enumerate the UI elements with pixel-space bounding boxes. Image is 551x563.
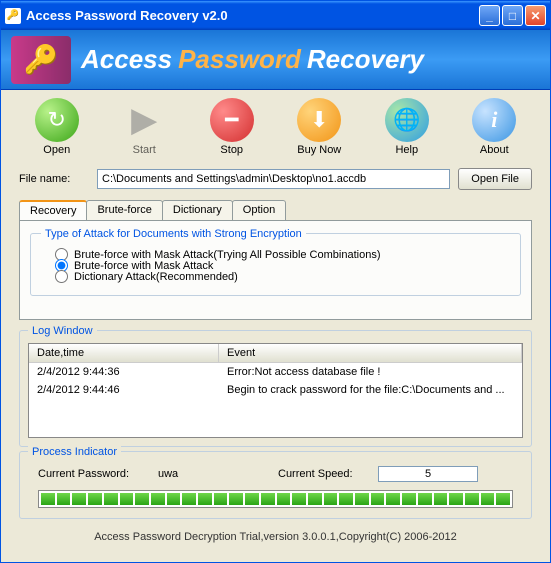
start-button: ▶ Start [109, 98, 179, 156]
log-cell-date: 2/4/2012 9:44:46 [29, 381, 219, 399]
log-window-title: Log Window [28, 325, 97, 337]
footer-text: Access Password Decryption Trial,version… [1, 523, 550, 547]
help-button[interactable]: 🌐 Help [372, 98, 442, 156]
log-window-fieldset: Log Window Date,time Event 2/4/2012 9:44… [19, 330, 532, 447]
current-password-value: uwa [158, 468, 278, 480]
attack-type-title: Type of Attack for Documents with Strong… [41, 228, 306, 240]
log-col-date[interactable]: Date,time [29, 344, 219, 362]
banner: 🔑 Access Password Recovery [1, 30, 550, 90]
stop-button[interactable]: ━ Stop [197, 98, 267, 156]
log-cell-event: Error:Not access database file ! [219, 363, 522, 381]
log-cell-event: Begin to crack password for the file:C:\… [219, 381, 522, 399]
tab-option[interactable]: Option [232, 200, 286, 220]
buy-now-button[interactable]: ⬇ Buy Now [284, 98, 354, 156]
open-button[interactable]: ↻ Open [22, 98, 92, 156]
tab-content: Type of Attack for Documents with Strong… [19, 220, 532, 320]
process-indicator-fieldset: Process Indicator Current Password: uwa … [19, 451, 532, 519]
filename-row: File name: Open File [1, 164, 550, 194]
tab-recovery[interactable]: Recovery [19, 200, 87, 220]
globe-icon: 🌐 [385, 98, 429, 142]
log-table[interactable]: Date,time Event 2/4/2012 9:44:36 Error:N… [28, 343, 523, 438]
banner-word-password: Password [178, 44, 301, 75]
tab-dictionary[interactable]: Dictionary [162, 200, 233, 220]
filename-label: File name: [19, 173, 89, 185]
banner-word-access: Access [81, 44, 172, 75]
download-icon: ⬇ [297, 98, 341, 142]
banner-title: Access Password Recovery [81, 44, 424, 75]
log-header: Date,time Event [29, 344, 522, 363]
tab-bar: Recovery Brute-force Dictionary Option [19, 200, 532, 220]
current-speed-value: 5 [378, 466, 478, 482]
stop-icon: ━ [210, 98, 254, 142]
info-icon: i [472, 98, 516, 142]
banner-word-recovery: Recovery [307, 44, 424, 75]
about-button[interactable]: i About [459, 98, 529, 156]
table-row[interactable]: 2/4/2012 9:44:36 Error:Not access databa… [29, 363, 522, 381]
play-icon: ▶ [122, 98, 166, 142]
process-indicator-title: Process Indicator [28, 446, 121, 458]
window-title: Access Password Recovery v2.0 [26, 8, 479, 23]
refresh-icon: ↻ [35, 98, 79, 142]
close-button[interactable]: ✕ [525, 5, 546, 26]
key-icon: 🔑 [11, 36, 71, 84]
attack-option-3[interactable]: Dictionary Attack(Recommended) [41, 268, 510, 285]
radio-dictionary[interactable] [55, 270, 68, 283]
log-col-event[interactable]: Event [219, 344, 522, 362]
titlebar[interactable]: 🔑 Access Password Recovery v2.0 _ □ ✕ [1, 1, 550, 30]
app-icon: 🔑 [5, 8, 21, 24]
toolbar: ↻ Open ▶ Start ━ Stop ⬇ Buy Now 🌐 Help i… [1, 90, 550, 164]
progress-bar [38, 490, 513, 508]
attack-option-3-label: Dictionary Attack(Recommended) [74, 271, 238, 283]
minimize-button[interactable]: _ [479, 5, 500, 26]
attack-type-fieldset: Type of Attack for Documents with Strong… [30, 233, 521, 296]
main-window: 🔑 Access Password Recovery v2.0 _ □ ✕ 🔑 … [0, 0, 551, 563]
current-password-label: Current Password: [38, 468, 158, 480]
tab-brute-force[interactable]: Brute-force [86, 200, 162, 220]
current-speed-label: Current Speed: [278, 468, 378, 480]
table-row[interactable]: 2/4/2012 9:44:46 Begin to crack password… [29, 381, 522, 399]
log-cell-date: 2/4/2012 9:44:36 [29, 363, 219, 381]
open-file-button[interactable]: Open File [458, 168, 532, 190]
maximize-button[interactable]: □ [502, 5, 523, 26]
filename-input[interactable] [97, 169, 450, 189]
